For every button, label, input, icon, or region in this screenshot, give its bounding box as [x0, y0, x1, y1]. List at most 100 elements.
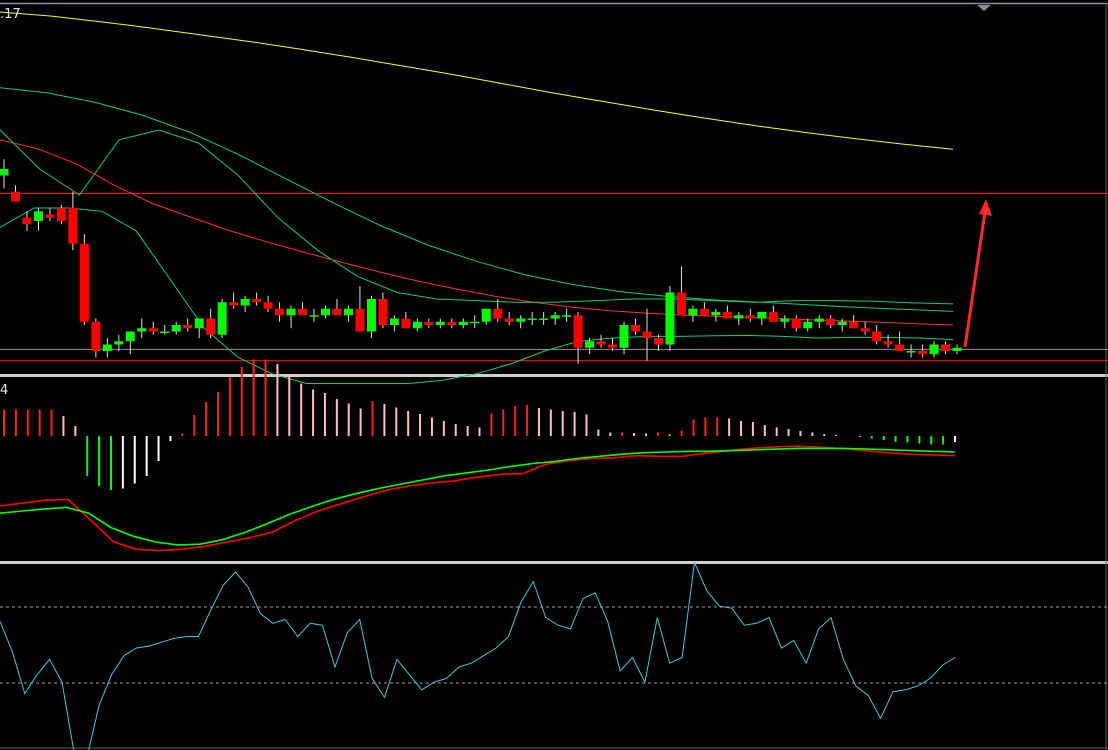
bearish-candle	[10, 191, 20, 202]
price-scale-label: .17	[0, 7, 21, 22]
bullish-candle	[286, 308, 296, 316]
bullish-candle	[160, 331, 170, 333]
bullish-candle	[516, 318, 526, 322]
bearish-candle	[918, 351, 928, 355]
bullish-candle	[320, 308, 330, 316]
bullish-candle	[412, 321, 422, 329]
bullish-candle	[33, 211, 43, 221]
bearish-candle	[183, 325, 193, 329]
bearish-candle	[355, 308, 365, 332]
arrow-head-icon	[979, 199, 992, 216]
bearish-candle	[745, 315, 755, 319]
bullish-candle	[803, 321, 813, 329]
bullish-candle	[665, 292, 675, 345]
mid-moving-average-line	[0, 87, 954, 312]
bullish-candle	[458, 321, 468, 325]
bullish-candle	[171, 325, 181, 332]
bearish-candle	[401, 318, 411, 329]
bearish-candle	[699, 308, 709, 316]
bearish-candle	[56, 208, 66, 221]
bearish-candle	[275, 308, 285, 316]
pane-divider	[0, 561, 1108, 564]
bearish-candle	[68, 208, 78, 244]
oscillator-line	[0, 560, 956, 750]
bullish-candle	[389, 318, 399, 325]
bearish-candle	[722, 312, 732, 319]
bullish-candle	[481, 308, 491, 322]
bearish-candle	[447, 321, 457, 325]
macd-line	[0, 445, 956, 552]
scroll-marker-icon	[977, 5, 991, 11]
bullish-candle	[470, 321, 480, 324]
bollinger-lower-band	[0, 207, 954, 384]
short-moving-average-line	[0, 139, 954, 326]
bullish-candle	[309, 315, 319, 317]
bearish-candle	[298, 308, 308, 316]
bearish-candle	[631, 325, 641, 332]
bearish-candle	[883, 341, 893, 345]
bullish-candle	[539, 318, 549, 320]
bearish-candle	[860, 328, 870, 332]
bullish-candle	[435, 321, 445, 325]
bearish-candle	[872, 331, 882, 342]
bearish-candle	[573, 315, 583, 348]
bearish-candle	[826, 318, 836, 325]
bullish-candle	[780, 318, 790, 322]
bearish-candle	[229, 302, 239, 306]
bullish-candle	[102, 344, 112, 351]
bullish-candle	[125, 331, 135, 342]
bullish-candle	[527, 318, 537, 320]
bullish-candle	[814, 318, 824, 322]
bullish-candle	[217, 302, 227, 335]
bullish-candle	[366, 299, 376, 332]
bullish-candle	[757, 312, 767, 319]
bearish-candle	[791, 318, 801, 329]
bearish-candle	[206, 318, 216, 335]
bearish-candle	[378, 299, 388, 325]
bearish-candle	[263, 302, 273, 309]
bullish-candle	[114, 341, 124, 345]
bullish-candle	[837, 321, 847, 325]
bullish-candle	[585, 341, 595, 348]
long-moving-average-line	[0, 11, 954, 150]
bearish-candle	[148, 328, 158, 332]
bullish-candle	[929, 344, 939, 355]
bearish-candle	[493, 308, 503, 319]
bearish-candle	[642, 331, 652, 338]
bullish-candle	[343, 308, 353, 316]
annotation-arrow	[963, 211, 987, 348]
bullish-candle	[619, 325, 629, 348]
bearish-candle	[941, 344, 951, 351]
bearish-candle	[22, 217, 32, 225]
bullish-candle	[240, 299, 250, 306]
bullish-candle	[952, 347, 962, 351]
bullish-candle	[734, 315, 744, 319]
bearish-candle	[849, 321, 859, 329]
bearish-candle	[45, 214, 55, 218]
chart-canvas[interactable]	[0, 0, 1108, 750]
bearish-candle	[424, 321, 434, 325]
bollinger-upper-band	[0, 129, 954, 305]
bearish-candle	[676, 292, 686, 316]
bearish-candle	[91, 321, 101, 351]
bearish-candle	[653, 338, 663, 345]
pane-divider	[0, 374, 1108, 377]
bullish-candle	[137, 328, 147, 332]
bearish-candle	[608, 344, 618, 348]
bullish-candle	[0, 169, 9, 176]
bullish-candle	[562, 315, 572, 317]
bearish-candle	[332, 308, 342, 316]
bullish-candle	[711, 312, 721, 316]
bearish-candle	[79, 243, 89, 322]
macd-scale-label: 4	[0, 383, 9, 398]
bullish-candle	[688, 308, 698, 316]
bullish-candle	[906, 351, 916, 353]
bearish-candle	[895, 344, 905, 351]
bullish-candle	[194, 318, 204, 329]
trading-chart[interactable]: .17 4	[0, 0, 1108, 750]
bearish-candle	[596, 341, 606, 345]
bearish-candle	[768, 312, 778, 322]
bearish-candle	[504, 318, 514, 322]
signal-line	[0, 447, 956, 546]
bullish-candle	[550, 315, 560, 319]
